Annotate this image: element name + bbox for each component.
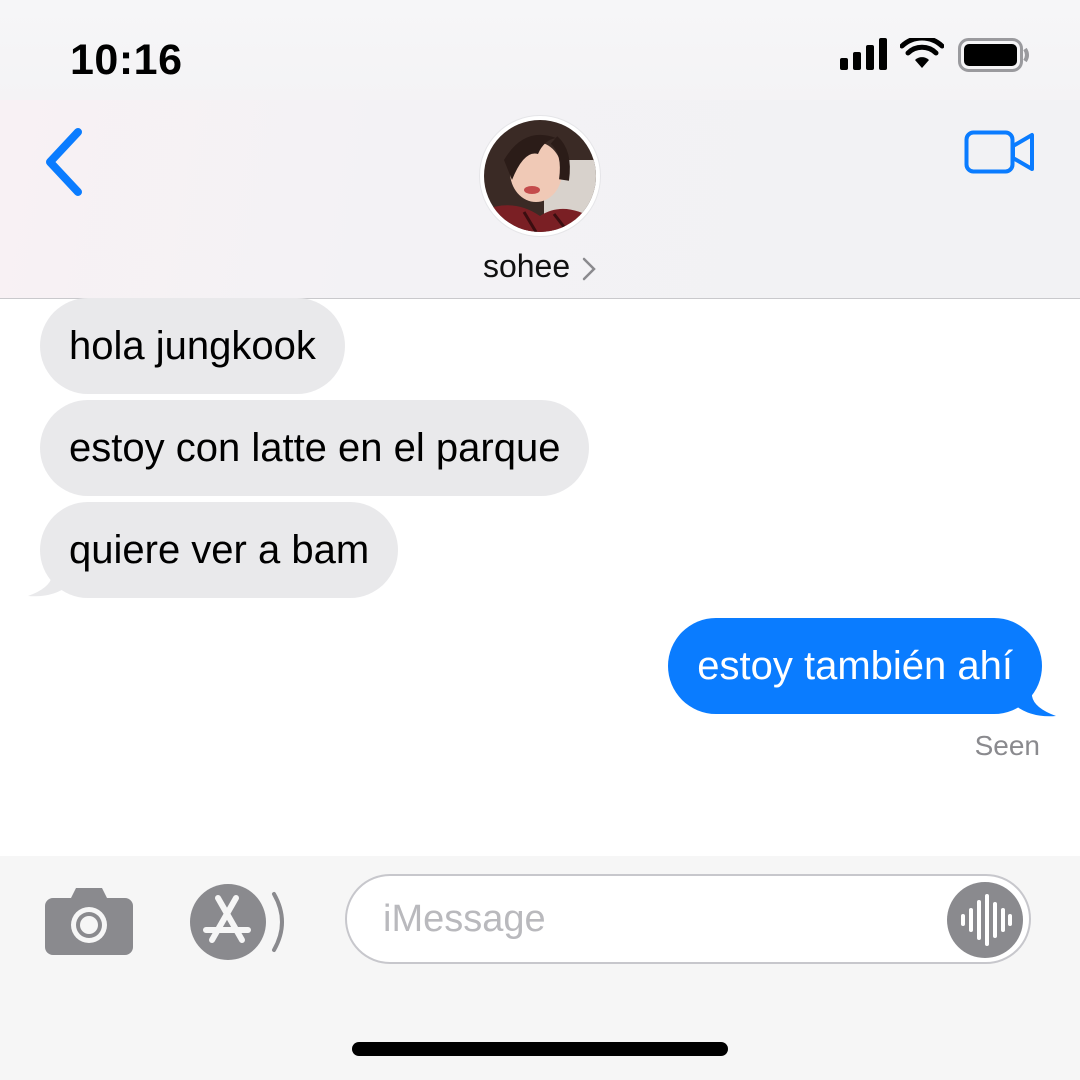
message-thread[interactable]: hola jungkook estoy con latte en el parq…	[0, 298, 1080, 856]
message-text: estoy con latte en el parque	[69, 426, 561, 470]
dictation-button[interactable]	[947, 882, 1023, 958]
message-text: estoy también ahí	[697, 644, 1013, 688]
back-button[interactable]	[36, 124, 96, 200]
status-bar: 10:16	[0, 0, 1080, 100]
conversation-header: sohee	[0, 100, 1080, 299]
message-bubble-received[interactable]: hola jungkook	[40, 298, 345, 394]
message-bubble-received[interactable]: estoy con latte en el parque	[40, 400, 590, 496]
message-bubble-received[interactable]: quiere ver a bam	[40, 502, 399, 598]
camera-button[interactable]	[44, 886, 134, 956]
battery-icon	[958, 38, 1029, 72]
camera-icon	[45, 888, 133, 955]
facetime-video-button[interactable]	[964, 130, 1036, 174]
contact-name-button[interactable]: sohee	[0, 248, 1080, 285]
message-bubble-sent[interactable]: estoy también ahí	[668, 618, 1042, 714]
status-time: 10:16	[70, 36, 183, 84]
contact-avatar[interactable]	[480, 116, 600, 236]
received-bubble-tail	[28, 556, 68, 597]
waveform-icon	[961, 894, 1012, 946]
chevron-left-icon	[46, 128, 82, 196]
message-text: hola jungkook	[69, 324, 316, 368]
video-camera-icon	[964, 130, 1034, 174]
imessage-field[interactable]	[345, 874, 1031, 964]
message-composer	[0, 856, 1080, 1080]
app-store-button[interactable]	[188, 884, 292, 960]
chevron-right-icon	[582, 257, 596, 280]
avatar-photo	[484, 120, 596, 232]
wifi-icon	[900, 38, 944, 68]
sent-bubble-tail	[1016, 676, 1056, 717]
message-text: quiere ver a bam	[69, 528, 370, 572]
read-receipt: Seen	[974, 730, 1040, 761]
home-indicator[interactable]	[352, 1042, 728, 1056]
app-store-icon	[190, 884, 284, 960]
cellular-signal-icon	[840, 38, 887, 70]
message-input[interactable]	[383, 876, 943, 962]
contact-name: sohee	[482, 248, 571, 284]
